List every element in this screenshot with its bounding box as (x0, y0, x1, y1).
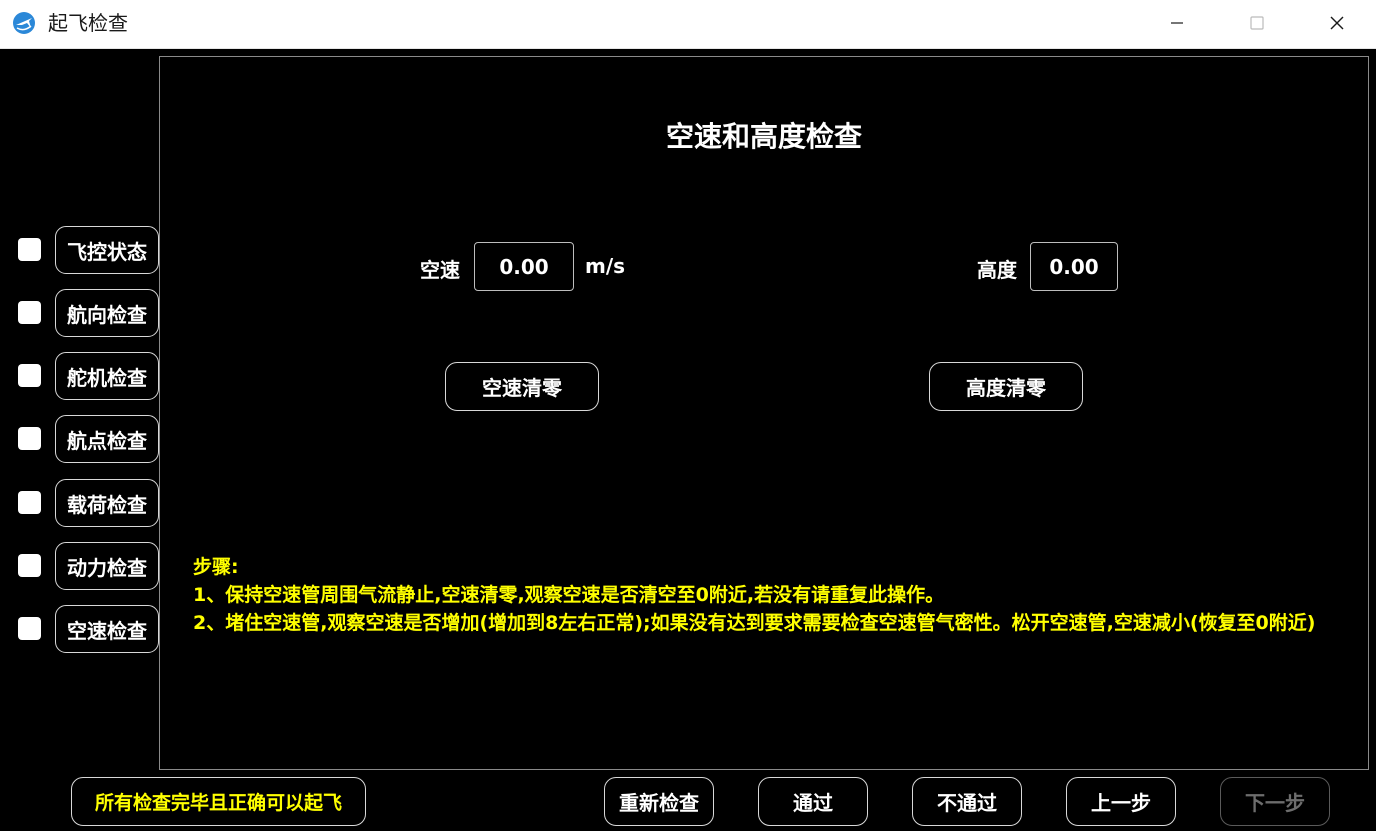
steps-heading: 步骤: (193, 556, 239, 578)
nav-button-servo-check[interactable]: 舵机检查 (55, 352, 159, 400)
altitude-value: 0.00 (1030, 242, 1118, 291)
maximize-icon (1250, 16, 1264, 30)
steps-instructions: 步骤: 1、保持空速管周围气流静止,空速清零,观察空速是否清空至0附近,若没有请… (193, 553, 1343, 637)
checkbox-airspeed-check[interactable] (18, 617, 41, 640)
previous-step-button[interactable]: 上一步 (1066, 777, 1176, 826)
recheck-button[interactable]: 重新检查 (604, 777, 714, 826)
fail-button[interactable]: 不通过 (912, 777, 1022, 826)
nav-button-power-check[interactable]: 动力检查 (55, 542, 159, 590)
checkbox-heading-check[interactable] (18, 301, 41, 324)
window-title: 起飞检查 (48, 11, 128, 35)
altitude-label: 高度 (977, 258, 1017, 282)
minimize-button[interactable] (1137, 0, 1217, 46)
maximize-button[interactable] (1217, 0, 1297, 46)
nav-button-flight-control[interactable]: 飞控状态 (55, 226, 159, 274)
checkbox-power-check[interactable] (18, 554, 41, 577)
checkbox-servo-check[interactable] (18, 364, 41, 387)
checkbox-payload-check[interactable] (18, 491, 41, 514)
step-2: 2、堵住空速管,观察空速是否增加(增加到8左右正常);如果没有达到要求需要检查空… (193, 612, 1316, 634)
airspeed-unit: m/s (585, 254, 626, 278)
airspeed-value: 0.00 (474, 242, 574, 291)
altitude-reset-button[interactable]: 高度清零 (929, 362, 1083, 411)
nav-button-waypoint-check[interactable]: 航点检查 (55, 415, 159, 463)
page-title: 空速和高度检查 (665, 120, 862, 153)
nav-button-airspeed-check[interactable]: 空速检查 (55, 605, 159, 653)
airplane-app-icon (13, 12, 35, 34)
next-step-button[interactable]: 下一步 (1220, 777, 1330, 826)
minimize-icon (1171, 22, 1183, 24)
airspeed-reset-button[interactable]: 空速清零 (445, 362, 599, 411)
pass-button[interactable]: 通过 (758, 777, 868, 826)
checkbox-waypoint-check[interactable] (18, 427, 41, 450)
close-icon (1330, 16, 1344, 30)
airspeed-label: 空速 (420, 258, 460, 282)
check-panel: 空速和高度检查 空速 0.00 m/s 高度 0.00 空速清零 高度清零 步骤… (159, 56, 1369, 770)
title-bar: 起飞检查 (0, 0, 1376, 49)
nav-button-payload-check[interactable]: 载荷检查 (55, 479, 159, 527)
nav-button-heading-check[interactable]: 航向检查 (55, 289, 159, 337)
step-1: 1、保持空速管周围气流静止,空速清零,观察空速是否清空至0附近,若没有请重复此操… (193, 584, 945, 606)
close-button[interactable] (1297, 0, 1376, 46)
checkbox-flight-control[interactable] (18, 238, 41, 261)
takeoff-status-message: 所有检查完毕且正确可以起飞 (71, 777, 366, 826)
